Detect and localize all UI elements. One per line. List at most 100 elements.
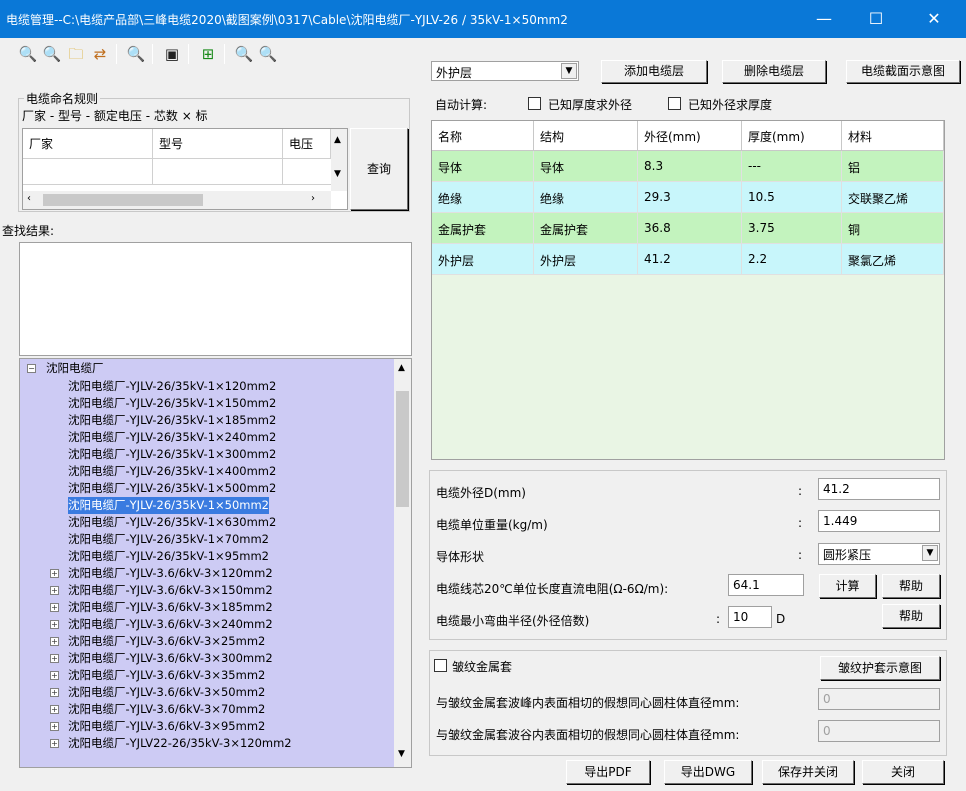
column-header-diameter[interactable]: 外径(mm) bbox=[638, 121, 742, 151]
expand-icon[interactable]: + bbox=[50, 637, 59, 646]
expand-icon[interactable]: + bbox=[50, 722, 59, 731]
transfer-icon[interactable]: ⇄ bbox=[90, 44, 110, 64]
expand-icon[interactable]: + bbox=[50, 705, 59, 714]
add-layer-button[interactable]: 添加电缆层 bbox=[601, 60, 707, 83]
save-icon[interactable]: ▣ bbox=[162, 44, 182, 64]
expand-icon[interactable]: + bbox=[50, 739, 59, 748]
chevron-down-icon[interactable]: ▼ bbox=[561, 63, 577, 79]
table-cell[interactable]: 导体 bbox=[534, 151, 638, 182]
tree-item[interactable]: 沈阳电缆厂-YJLV-26/35kV-1×185mm2 bbox=[68, 412, 276, 429]
tree-item[interactable]: 沈阳电缆厂-YJLV-26/35kV-1×150mm2 bbox=[68, 395, 276, 412]
tree-item[interactable]: 沈阳电缆厂-YJLV-3.6/6kV-3×240mm2 bbox=[68, 616, 273, 633]
table-cell[interactable]: 铝 bbox=[842, 151, 944, 182]
scroll-down-icon[interactable]: ▼ bbox=[398, 749, 405, 759]
table-cell[interactable]: 导体 bbox=[432, 151, 534, 182]
chevron-down-icon[interactable]: ▼ bbox=[922, 545, 938, 561]
table-cell[interactable]: 8.3 bbox=[638, 151, 742, 182]
table-cell[interactable]: 铜 bbox=[842, 213, 944, 244]
delete-layer-button[interactable]: 删除电缆层 bbox=[722, 60, 826, 83]
tree-item[interactable]: 沈阳电缆厂-YJLV-3.6/6kV-3×120mm2 bbox=[68, 565, 273, 582]
thickness-checkbox[interactable] bbox=[528, 97, 541, 110]
search-plus-icon[interactable]: 🔍 bbox=[18, 44, 38, 64]
tree-item[interactable]: 沈阳电缆厂-YJLV-3.6/6kV-3×150mm2 bbox=[68, 582, 273, 599]
query-button[interactable]: 查询 bbox=[350, 128, 408, 210]
table-cell[interactable]: 绝缘 bbox=[432, 182, 534, 213]
tree-root[interactable]: 沈阳电缆厂 bbox=[46, 360, 104, 377]
close-window-button[interactable]: ✕ bbox=[916, 6, 952, 32]
column-header-thickness[interactable]: 厚度(mm) bbox=[742, 121, 842, 151]
minimize-button[interactable]: — bbox=[806, 6, 842, 32]
diameter-checkbox[interactable] bbox=[668, 97, 681, 110]
close-button[interactable]: 关闭 bbox=[862, 760, 944, 784]
naming-grid-hscroll[interactable]: ‹ › bbox=[23, 191, 331, 209]
outer-diameter-field[interactable]: 41.2 bbox=[818, 478, 940, 500]
layer-select[interactable]: 外护层 ▼ bbox=[431, 61, 579, 81]
calc-button[interactable]: 计算 bbox=[819, 574, 876, 598]
section-diagram-button[interactable]: 电缆截面示意图 bbox=[846, 60, 960, 83]
tree-vscroll[interactable]: ▲ ▼ bbox=[394, 359, 411, 767]
search-results-list[interactable] bbox=[19, 242, 412, 356]
maximize-button[interactable]: ☐ bbox=[858, 6, 894, 32]
table-cell[interactable]: 2.2 bbox=[742, 244, 842, 275]
tree-item[interactable]: 沈阳电缆厂-YJLV-26/35kV-1×400mm2 bbox=[68, 463, 276, 480]
tree-item[interactable]: 沈阳电缆厂-YJLV-3.6/6kV-3×50mm2 bbox=[68, 684, 265, 701]
grid-header-model[interactable]: 型号 bbox=[153, 129, 283, 159]
tree-item[interactable]: 沈阳电缆厂-YJLV-3.6/6kV-3×70mm2 bbox=[68, 701, 265, 718]
column-header-name[interactable]: 名称 bbox=[432, 121, 534, 151]
grid-cell-manufacturer[interactable] bbox=[23, 159, 153, 185]
help-button[interactable]: 帮助 bbox=[882, 574, 940, 598]
cable-tree[interactable]: − 沈阳电缆厂 沈阳电缆厂-YJLV-26/35kV-1×120mm2 沈阳电缆厂… bbox=[19, 358, 412, 768]
tree-item[interactable]: 沈阳电缆厂-YJLV-3.6/6kV-3×35mm2 bbox=[68, 667, 265, 684]
table-cell[interactable]: --- bbox=[742, 151, 842, 182]
table-cell[interactable]: 交联聚乙烯 bbox=[842, 182, 944, 213]
expand-icon[interactable]: + bbox=[50, 654, 59, 663]
search-minus-icon[interactable]: 🔍 bbox=[42, 44, 62, 64]
unit-weight-field[interactable]: 1.449 bbox=[818, 510, 940, 532]
export-icon[interactable]: ⊞ bbox=[198, 44, 218, 64]
zoom-minus-icon[interactable]: 🔍 bbox=[258, 44, 278, 64]
resistance-field[interactable]: 64.1 bbox=[728, 574, 804, 596]
grid-header-manufacturer[interactable]: 厂家 bbox=[23, 129, 153, 159]
folder-icon[interactable]: 🗀 bbox=[66, 44, 86, 64]
naming-grid[interactable]: 厂家 型号 电压 ▲ ▼ ‹ › bbox=[22, 128, 348, 210]
table-cell[interactable]: 外护层 bbox=[432, 244, 534, 275]
table-cell[interactable]: 绝缘 bbox=[534, 182, 638, 213]
crest-diameter-field[interactable]: 0 bbox=[818, 688, 940, 710]
expand-icon[interactable]: + bbox=[50, 586, 59, 595]
hscroll-thumb[interactable] bbox=[43, 194, 203, 206]
zoom-plus-icon[interactable]: 🔍 bbox=[234, 44, 254, 64]
tree-item[interactable]: 沈阳电缆厂-YJLV-26/35kV-1×95mm2 bbox=[68, 548, 269, 565]
trough-diameter-field[interactable]: 0 bbox=[818, 720, 940, 742]
table-cell[interactable]: 3.75 bbox=[742, 213, 842, 244]
tree-item[interactable]: 沈阳电缆厂-YJLV-26/35kV-1×630mm2 bbox=[68, 514, 276, 531]
corrugated-diagram-button[interactable]: 皱纹护套示意图 bbox=[820, 656, 940, 680]
column-header-material[interactable]: 材料 bbox=[842, 121, 944, 151]
export-dwg-button[interactable]: 导出DWG bbox=[664, 760, 752, 784]
tree-item[interactable]: 沈阳电缆厂-YJLV-26/35kV-1×300mm2 bbox=[68, 446, 276, 463]
tree-item[interactable]: 沈阳电缆厂-YJLV-3.6/6kV-3×300mm2 bbox=[68, 650, 273, 667]
scroll-up-icon[interactable]: ▲ bbox=[398, 363, 405, 373]
table-cell[interactable]: 41.2 bbox=[638, 244, 742, 275]
tree-item[interactable]: 沈阳电缆厂-YJLV-26/35kV-1×120mm2 bbox=[68, 378, 276, 395]
scroll-right-icon[interactable]: › bbox=[311, 193, 315, 204]
tree-item[interactable]: 沈阳电缆厂-YJLV-26/35kV-1×70mm2 bbox=[68, 531, 269, 548]
tree-item[interactable]: 沈阳电缆厂-YJLV-26/35kV-1×240mm2 bbox=[68, 429, 276, 446]
expand-icon[interactable]: + bbox=[50, 620, 59, 629]
grid-cell-voltage[interactable] bbox=[283, 159, 331, 185]
expand-icon[interactable]: + bbox=[50, 671, 59, 680]
tree-item[interactable]: 沈阳电缆厂-YJLV-3.6/6kV-3×185mm2 bbox=[68, 599, 273, 616]
naming-grid-vscroll[interactable]: ▲ ▼ bbox=[331, 129, 347, 191]
table-cell[interactable]: 36.8 bbox=[638, 213, 742, 244]
scroll-down-icon[interactable]: ▼ bbox=[334, 169, 341, 179]
save-close-button[interactable]: 保存并关闭 bbox=[762, 760, 854, 784]
expand-icon[interactable]: + bbox=[50, 688, 59, 697]
grid-cell-model[interactable] bbox=[153, 159, 283, 185]
table-cell[interactable]: 外护层 bbox=[534, 244, 638, 275]
expand-icon[interactable]: + bbox=[50, 603, 59, 612]
collapse-icon[interactable]: − bbox=[27, 364, 36, 373]
table-cell[interactable]: 29.3 bbox=[638, 182, 742, 213]
bend-radius-field[interactable]: 10 bbox=[728, 606, 772, 628]
tree-item[interactable]: 沈阳电缆厂-YJLV-3.6/6kV-3×95mm2 bbox=[68, 718, 265, 735]
expand-icon[interactable]: + bbox=[50, 569, 59, 578]
grid-header-voltage[interactable]: 电压 bbox=[283, 129, 331, 159]
